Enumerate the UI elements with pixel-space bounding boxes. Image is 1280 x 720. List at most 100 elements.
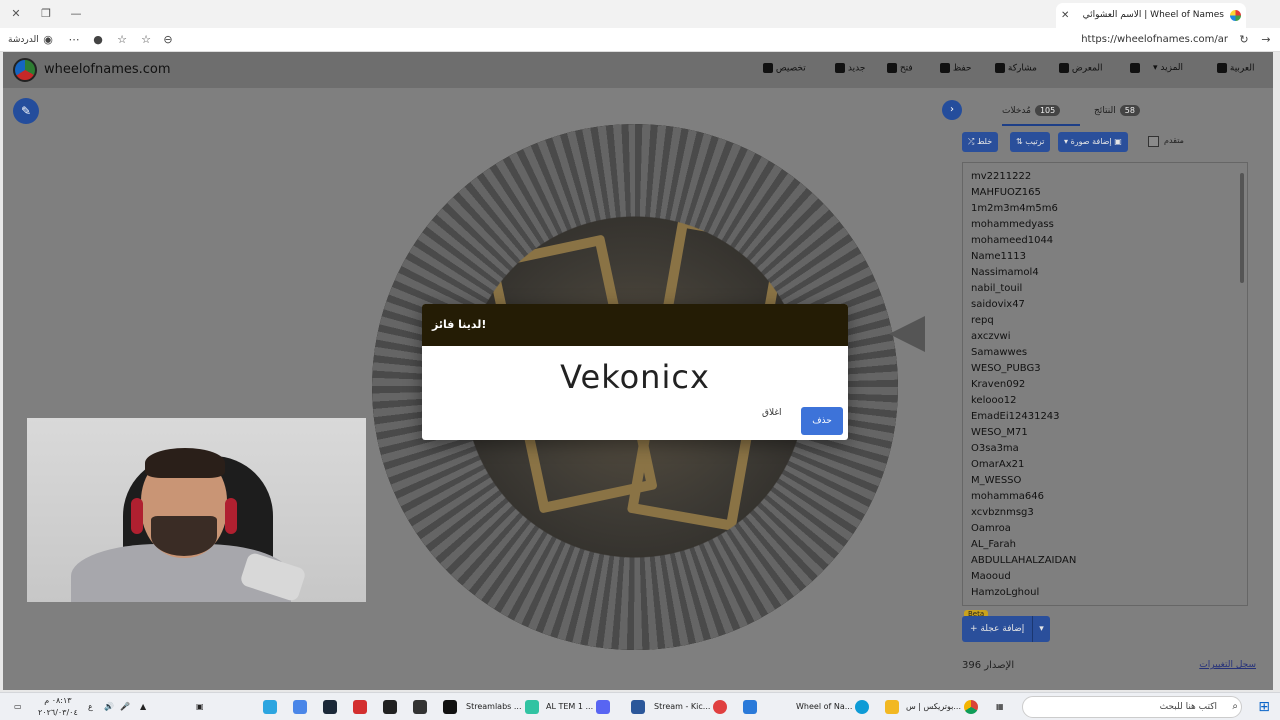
url-field[interactable]: https://wheelofnames.com/ar [186,31,1234,49]
nav-more[interactable]: ▾ المزيد [1153,63,1183,73]
entry-item[interactable]: mohamma646 [971,489,1247,505]
volume-icon[interactable]: 🔊 [104,697,114,717]
file-explorer-icon[interactable] [885,700,899,714]
taskbar-chrome[interactable]: بوتريكس | س... [906,697,979,717]
entry-item[interactable]: 1m2m3m4m5m6 [971,201,1247,217]
steam-icon[interactable] [323,700,337,714]
notifications-icon[interactable]: ▭ [14,697,22,717]
taskbar-clock[interactable]: ٠٨:١٣ م ٢٠٢٦/٠٣/٠٤ [38,695,78,719]
back-icon[interactable]: → [1258,32,1274,48]
entry-item[interactable]: Maooud [971,569,1247,585]
task-view-icon[interactable]: ▦ [996,697,1004,717]
shuffle-button[interactable]: ⤮ خلط [962,132,999,152]
favicon-icon [1230,10,1241,21]
nav-new[interactable]: جديد [831,63,865,74]
entry-item[interactable]: AL_Farah [971,537,1247,553]
entry-item[interactable]: OmarAx21 [971,457,1247,473]
mic-icon[interactable]: 🎤 [120,697,130,717]
nav-open[interactable]: فتح [883,63,913,74]
entry-item[interactable]: Name1113 [971,249,1247,265]
entry-item[interactable]: mv2211222 [971,169,1247,185]
entry-item[interactable]: axczvwi [971,329,1247,345]
wifi-icon[interactable]: ▲ [140,697,146,717]
close-button[interactable]: اغلاق [762,408,782,418]
remove-button[interactable]: حذف [801,407,843,435]
entry-item[interactable]: MAHFUOZ165 [971,185,1247,201]
nav-save[interactable]: حفظ [936,63,972,74]
entry-item[interactable]: Samawwes [971,345,1247,361]
taskbar-search[interactable]: اكتب هنا للبحث [1022,696,1242,718]
fullscreen-icon [1130,63,1140,73]
streamlabs-icon [524,699,539,714]
favorite-icon[interactable]: ☆ [138,32,154,48]
entry-item[interactable]: O3sa3ma [971,441,1247,457]
entry-item[interactable]: WESO_PUBG3 [971,361,1247,377]
more-icon[interactable]: ⋯ [66,32,82,48]
nav-share[interactable]: مشاركة [991,63,1037,74]
entry-item[interactable]: xcvbznmsg3 [971,505,1247,521]
nav-language[interactable]: العربية [1213,63,1254,74]
add-image-button[interactable]: ▾ إضافة صورة ▣ [1058,132,1128,152]
chat-label[interactable]: الدردشة [8,32,39,48]
brand-name[interactable]: wheelofnames.com [44,62,171,77]
tab-close-icon[interactable]: ✕ [1061,3,1069,28]
window-close-icon[interactable]: ✕ [8,6,24,22]
tab-entries[interactable]: مُدخلات 105 [1002,105,1061,116]
entry-item[interactable]: saidovix47 [971,297,1247,313]
entry-item[interactable]: nabil_touil [971,281,1247,297]
entry-item[interactable]: WESO_M71 [971,425,1247,441]
nav-fullscreen[interactable] [1126,63,1140,74]
copilot-icon[interactable]: ◉ [40,32,56,48]
taskbar-discord[interactable]: AL TEM 1 ... [546,697,611,717]
browser-tab[interactable]: ✕ الاسم العشوائي | Wheel of Names [1056,3,1246,28]
entry-item[interactable]: Oamroa [971,521,1247,537]
app-icon[interactable] [353,700,367,714]
start-icon[interactable]: ⊞ [1258,697,1270,717]
word-icon[interactable] [631,700,645,714]
app-icon[interactable] [293,700,307,714]
entry-item[interactable]: EmadEi12431243 [971,409,1247,425]
scrollbar-thumb[interactable] [1240,173,1244,283]
refresh-icon[interactable]: ↻ [1236,32,1252,48]
entries-list: mv2211222 MAHFUOZ165 1m2m3m4m5m6 mohammedya… [963,163,1247,601]
entries-textarea[interactable]: mv2211222 MAHFUOZ165 1m2m3m4m5m6 mohammedya… [962,162,1248,606]
entry-item[interactable]: mohameed1044 [971,233,1247,249]
language-indicator-icon[interactable]: ع [88,697,93,717]
telegram-icon[interactable] [263,700,277,714]
logo-icon[interactable] [13,58,37,82]
app-icon[interactable] [743,700,757,714]
entry-item[interactable]: M_WESSO [971,473,1247,489]
entry-item[interactable]: ABDULLAHALZAIDAN [971,553,1247,569]
taskbar-streamlabs[interactable]: Streamlabs ... [466,697,539,717]
entry-item[interactable]: repq [971,313,1247,329]
add-wheel-button[interactable]: + إضافة عجلة ▾ [962,616,1050,642]
capcut-icon[interactable] [413,700,427,714]
nav-gallery[interactable]: المعرض [1055,63,1103,74]
add-wheel-main[interactable]: + إضافة عجلة [962,616,1034,642]
advanced-checkbox[interactable] [1148,136,1159,147]
edit-pencil-icon[interactable]: ✎ [13,98,39,124]
app-tray-icon[interactable]: ▣ [196,697,204,717]
entry-item[interactable]: Nassimamol4 [971,265,1247,281]
window-minimize-icon[interactable]: — [68,6,84,22]
collections-icon[interactable]: ☆ [114,32,130,48]
tab-results[interactable]: النتائج 58 [1094,105,1140,116]
entry-item[interactable]: kelooo12 [971,393,1247,409]
entry-item[interactable]: Kraven092 [971,377,1247,393]
sort-button[interactable]: ⇅ ترتيب [1010,132,1051,152]
chevron-down-icon[interactable]: ▾ [1033,616,1050,642]
taskbar-edge[interactable]: Wheel of Na... [796,697,870,717]
entry-item[interactable]: HamzoLghoul [971,585,1247,601]
entry-item[interactable]: mohammedyass [971,217,1247,233]
entry-controls: ⤮ خلط ⇅ ترتيب ▾ إضافة صورة ▣ متقدم [962,132,1252,152]
reader-icon[interactable]: ⊖ [160,32,176,48]
headphones-right [225,498,237,534]
top-nav: wheelofnames.com تخصيص جديد فتح حفظ مشار… [3,52,1273,88]
app-icon[interactable] [383,700,397,714]
profile-icon[interactable]: ● [90,32,106,48]
tiktok-icon[interactable] [443,700,457,714]
changelog-link[interactable]: سجل التغييرات [1199,660,1256,670]
taskbar-kick[interactable]: Stream - Kic... [654,697,728,717]
window-restore-icon[interactable]: ❐ [38,6,54,22]
nav-customize[interactable]: تخصيص [759,63,806,74]
